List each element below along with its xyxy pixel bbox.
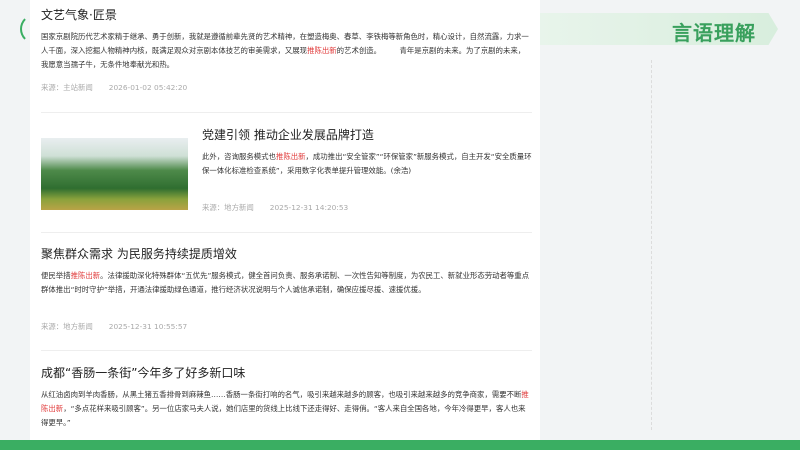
- news-meta: 来源：主站新闻 2026-01-02 05:42:20: [41, 83, 188, 92]
- news-list[interactable]: 文艺气象·匠景 国家京剧院历代艺术家精于继承、勇于创新，我就是遵循前辈先贤的艺术…: [30, 0, 540, 440]
- news-summary: 便民举措推陈出新。法律援助深化特殊群体“五优先”服务模式，健全首问负责、服务承诺…: [41, 271, 530, 294]
- news-item[interactable]: 聚焦群众需求 为民服务持续提质增效 便民举措推陈出新。法律援助深化特殊群体“五优…: [41, 245, 532, 297]
- section-title: 言语理解: [672, 21, 756, 45]
- section-banner: 言语理解: [540, 13, 778, 45]
- news-summary: 此外，咨询服务模式也推陈出新，成功推出“安全管家”“环保管家”新服务模式，自主开…: [202, 152, 532, 175]
- news-title[interactable]: 文艺气象·匠景: [41, 6, 532, 23]
- news-meta: 来源：地方新闻 2025-12-31 10:55:57: [41, 322, 188, 331]
- news-title[interactable]: 聚焦群众需求 为民服务持续提质增效: [41, 245, 532, 262]
- news-thumbnail[interactable]: [41, 138, 188, 210]
- news-meta: 来源：地方新闻 2025-12-31 14:20:53: [202, 203, 349, 212]
- news-item[interactable]: 党建引领 推动企业发展品牌打造 此外，咨询服务模式也推陈出新，成功推出“安全管家…: [202, 126, 532, 178]
- news-item[interactable]: 文艺气象·匠景 国家京剧院历代艺术家精于继承、勇于创新，我就是遵循前辈先贤的艺术…: [41, 6, 532, 72]
- news-title[interactable]: 成都“香肠一条街”今年多了好多新口味: [41, 364, 532, 381]
- news-title[interactable]: 党建引领 推动企业发展品牌打造: [202, 126, 532, 143]
- news-summary: 从红油卤肉到羊肉香肠，从黑土猪五香排骨到麻辣鱼……香肠一条街打响的名气，吸引来越…: [41, 390, 529, 427]
- divider-dashed: [651, 60, 652, 430]
- divider: [41, 232, 532, 233]
- divider: [41, 350, 532, 351]
- news-item[interactable]: 成都“香肠一条街”今年多了好多新口味 从红油卤肉到羊肉香肠，从黑土猪五香排骨到麻…: [41, 364, 532, 430]
- divider: [41, 112, 532, 113]
- bottom-bar: [0, 440, 800, 450]
- news-summary: 国家京剧院历代艺术家精于继承、勇于创新，我就是遵循前辈先贤的艺术精神，在塑造梅奥…: [41, 32, 529, 69]
